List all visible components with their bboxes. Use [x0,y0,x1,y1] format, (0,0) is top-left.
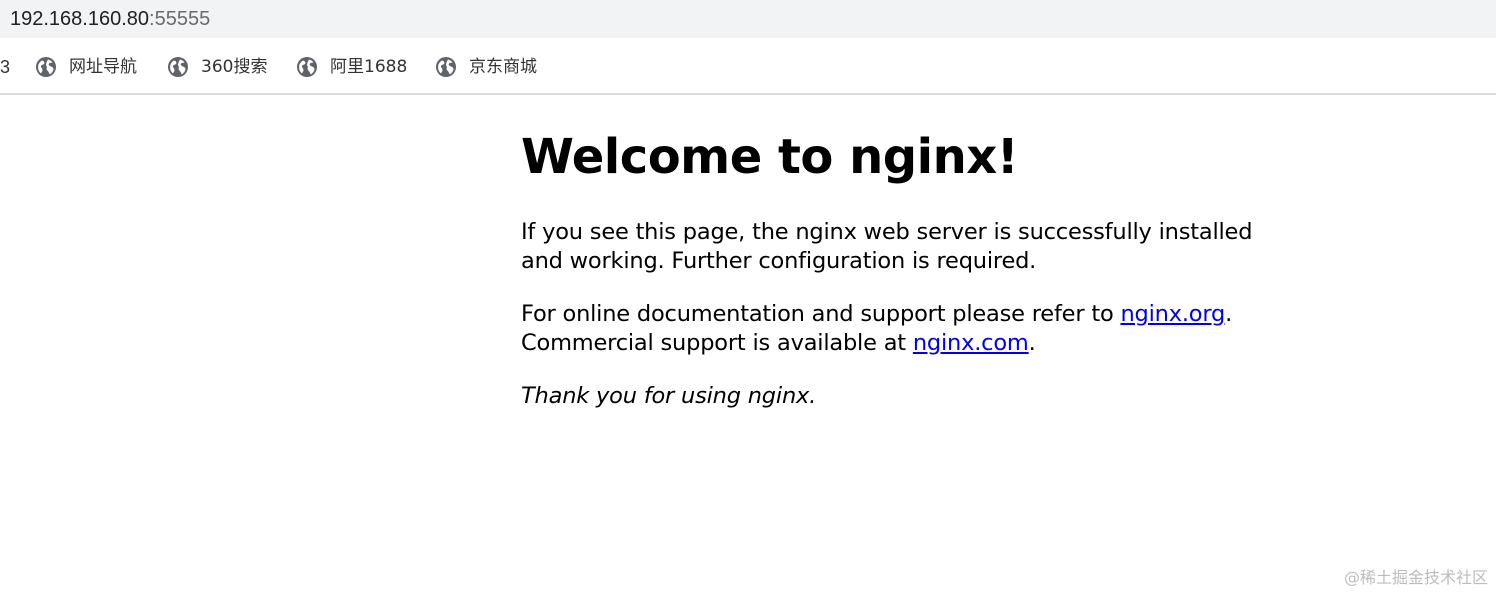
page-content: Welcome to nginx! If you see this page, … [521,124,1281,435]
docs-text: For online documentation and support ple… [521,301,1121,327]
url-host: 192.168.160.80 [10,8,150,30]
globe-icon [36,57,56,77]
globe-icon [436,57,456,77]
page-title: Welcome to nginx! [521,129,1019,185]
nginx-com-link[interactable]: nginx.com [913,330,1029,356]
address-bar[interactable]: 192.168.160.80:55555 [0,0,1496,38]
bookmark-wangzhi-daohang[interactable]: 网址导航 [35,54,137,80]
bookmark-label: 网址导航 [69,57,137,77]
bookmark-label: 360搜索 [201,57,268,77]
bookmarks-bar: 3 网址导航 360搜索 阿里1688 京东商城 [0,38,1496,95]
docs-suffix: . [1225,301,1233,327]
nginx-org-link[interactable]: nginx.org [1120,301,1225,327]
docs-paragraph: For online documentation and support ple… [521,300,1281,358]
watermark: @稀土掘金技术社区 [1343,568,1488,587]
globe-icon [168,57,188,77]
url-text[interactable]: 192.168.160.80:55555 [10,6,210,32]
bookmark-label: 京东商城 [469,57,537,77]
globe-icon [297,57,317,77]
bookmark-jd-mall[interactable]: 京东商城 [435,54,537,80]
bookmark-ali-1688[interactable]: 阿里1688 [296,54,407,80]
bookmark-partial-label[interactable]: 3 [0,56,10,78]
intro-paragraph: If you see this page, the nginx web serv… [521,219,1253,274]
thanks-text: Thank you for using nginx. [521,383,817,409]
thanks-paragraph: Thank you for using nginx. [521,382,1281,411]
bookmark-360-search[interactable]: 360搜索 [167,54,267,80]
bookmark-label: 阿里1688 [330,57,408,77]
url-port: :55555 [149,8,211,30]
commercial-suffix: . [1028,330,1036,356]
commercial-text: Commercial support is available at [521,330,913,356]
